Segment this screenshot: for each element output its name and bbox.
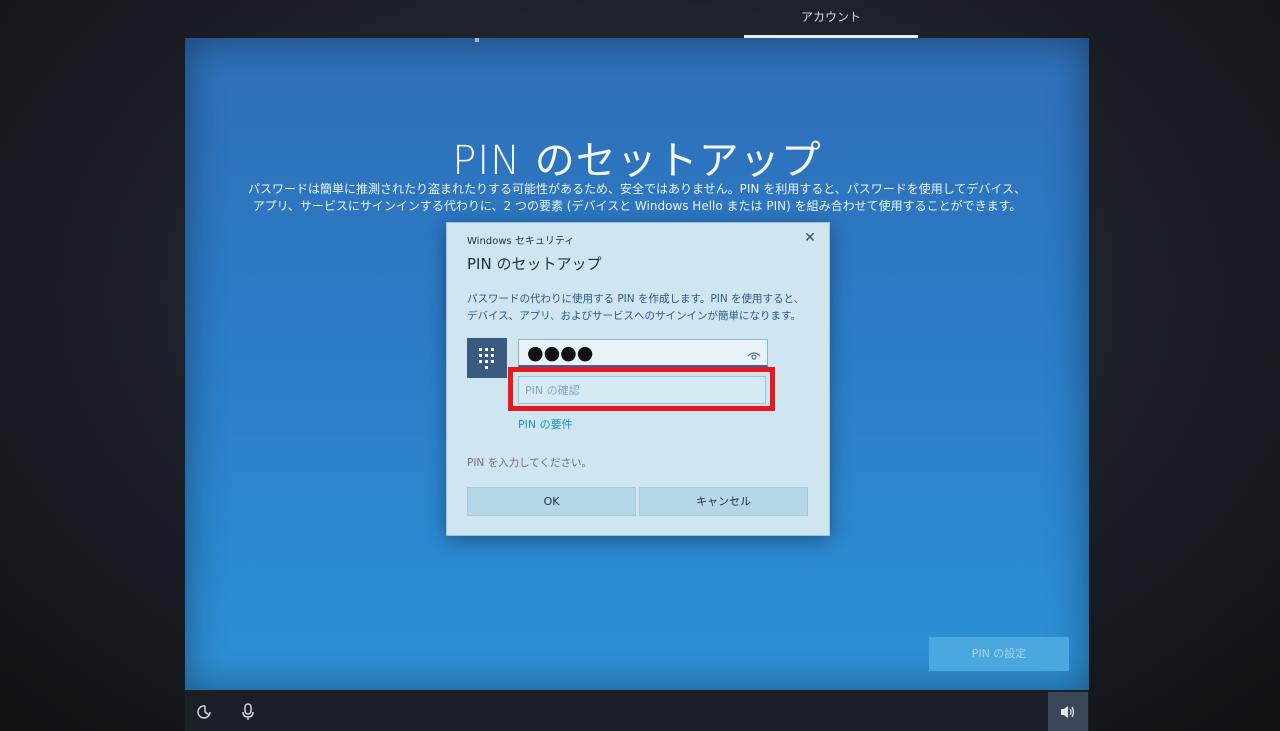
pin-requirements-link[interactable]: PIN の要件 xyxy=(518,416,573,432)
dialog-description: パスワードの代わりに使用する PIN を作成します。PIN を使用すると、デバイ… xyxy=(467,293,805,322)
bottom-bar xyxy=(185,690,1089,731)
volume-icon xyxy=(1061,706,1075,718)
top-tab-bar: アカウント xyxy=(0,0,1280,38)
dialog-caption: Windows セキュリティ xyxy=(467,236,575,247)
tab-account[interactable]: アカウント xyxy=(744,8,918,25)
page-description: パスワードは簡単に推測されたり盗まれたりする可能性があるため、安全ではありません… xyxy=(247,182,1026,213)
pin-status-message: PIN を入力してください。 xyxy=(467,457,592,469)
cancel-button[interactable]: キャンセル xyxy=(639,487,808,516)
accessibility-icon[interactable] xyxy=(196,703,214,725)
screen-dot xyxy=(475,38,479,42)
keypad-icon xyxy=(467,338,507,378)
volume-button[interactable] xyxy=(1048,692,1088,731)
dialog-title: PIN のセットアップ xyxy=(467,255,602,273)
ok-button[interactable]: OK xyxy=(467,487,636,516)
set-pin-button[interactable]: PIN の設定 xyxy=(929,637,1069,671)
pin-value: ●●●● xyxy=(527,342,594,364)
highlight-annotation xyxy=(508,367,775,411)
microphone-icon[interactable] xyxy=(240,702,256,726)
eye-icon[interactable] xyxy=(747,346,761,365)
page-title: PIN のセットアップ xyxy=(452,138,822,184)
pin-field[interactable]: ●●●● xyxy=(518,339,768,367)
close-icon[interactable]: ✕ xyxy=(801,229,819,247)
